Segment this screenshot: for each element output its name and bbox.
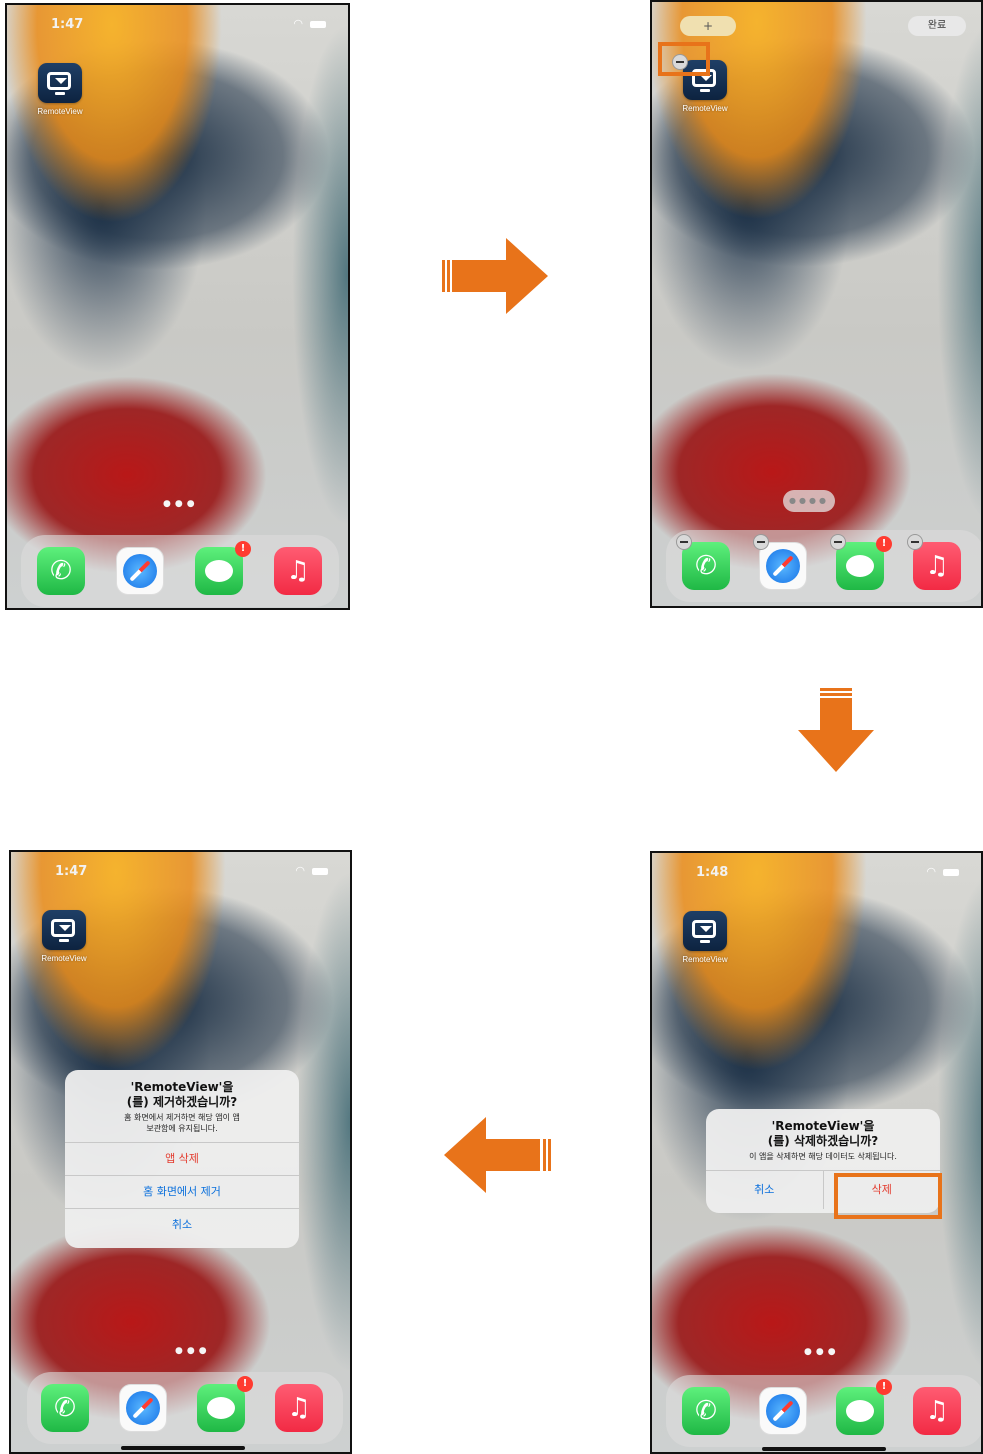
app-label: RemoteView — [41, 954, 87, 963]
messages-icon[interactable] — [836, 542, 884, 590]
arrow-down-icon — [798, 688, 874, 772]
status-time: 1:48 — [696, 865, 729, 880]
add-widget-button[interactable]: + — [680, 16, 736, 36]
wifi-icon: ◠ — [295, 864, 306, 877]
app-remoteview[interactable]: RemoteView — [674, 911, 736, 964]
music-icon[interactable]: ♫ — [913, 1387, 961, 1435]
done-button[interactable]: 완료 — [908, 16, 966, 36]
battery-icon — [312, 867, 328, 875]
screen-remove-options: 1:47 ◠ RemoteView 'RemoteView'을 (를) 제거하겠… — [9, 850, 352, 1454]
music-icon[interactable]: ♫ — [913, 542, 961, 590]
app-label: RemoteView — [682, 955, 728, 964]
status-icons: ◠ — [926, 865, 959, 878]
remove-phone-icon[interactable] — [676, 534, 692, 550]
screen-home: 1:47 ◠ RemoteView ●●● ✆ ! ♫ — [5, 3, 350, 610]
messages-icon[interactable] — [836, 1387, 884, 1435]
dock: ✆ ! ♫ — [21, 535, 339, 607]
safari-icon[interactable] — [759, 1387, 807, 1435]
battery-icon — [943, 868, 959, 876]
messages-badge: ! — [235, 541, 251, 557]
screen-edit-mode: + 완료 RemoteView ●●●● ✆ ! ♫ — [650, 0, 983, 608]
safari-icon[interactable] — [119, 1384, 167, 1432]
page-dots-pill[interactable]: ●●●● — [783, 490, 835, 512]
messages-badge: ! — [876, 536, 892, 552]
dock: ✆ ! ♫ — [666, 1375, 981, 1447]
screen-delete-confirm: 1:48 ◠ RemoteView 'RemoteView'을 (를) 삭제하겠… — [650, 851, 983, 1454]
messages-badge: ! — [237, 1376, 253, 1392]
battery-icon — [310, 20, 326, 28]
music-icon[interactable]: ♫ — [275, 1384, 323, 1432]
arrow-left-icon — [444, 1117, 551, 1193]
page-dots: ●●● — [175, 1346, 211, 1356]
status-time: 1:47 — [51, 17, 84, 32]
safari-icon[interactable] — [116, 547, 164, 595]
delete-app-button[interactable]: 앱 삭제 — [65, 1142, 299, 1175]
app-remoteview[interactable]: RemoteView — [29, 63, 91, 116]
remoteview-icon — [38, 63, 82, 103]
status-icons: ◠ — [293, 17, 326, 30]
remoteview-icon — [683, 911, 727, 951]
remove-app-alert: 'RemoteView'을 (를) 제거하겠습니까? 홈 화면에서 제거하면 해… — [65, 1070, 299, 1248]
phone-icon[interactable]: ✆ — [682, 542, 730, 590]
remoteview-icon — [42, 910, 86, 950]
home-indicator[interactable] — [762, 1447, 886, 1451]
cancel-button[interactable]: 취소 — [65, 1208, 299, 1241]
alert-message: 이 앱을 삭제하면 해당 데이터도 삭제됩니다. — [749, 1152, 897, 1161]
messages-icon[interactable] — [197, 1384, 245, 1432]
alert-title: 'RemoteView'을 (를) 제거하겠습니까? — [126, 1080, 238, 1109]
app-label: RemoteView — [682, 104, 728, 113]
page-dots: ●●● — [163, 499, 199, 509]
wifi-icon: ◠ — [926, 865, 937, 878]
app-remoteview[interactable]: RemoteView — [33, 910, 95, 963]
app-label: RemoteView — [37, 107, 83, 116]
home-indicator[interactable] — [121, 1446, 245, 1450]
phone-icon[interactable]: ✆ — [682, 1387, 730, 1435]
arrow-right-icon — [442, 238, 548, 314]
status-time: 1:47 — [55, 864, 88, 879]
remove-messages-icon[interactable] — [830, 534, 846, 550]
phone-icon[interactable]: ✆ — [37, 547, 85, 595]
safari-icon[interactable] — [759, 542, 807, 590]
messages-icon[interactable] — [195, 547, 243, 595]
alert-message: 홈 화면에서 제거하면 해당 앱이 앱 보관함에 유지됩니다. — [124, 1113, 240, 1133]
page-dots: ●●● — [804, 1347, 840, 1357]
delete-highlight-box — [834, 1173, 942, 1219]
remove-highlight-box — [658, 42, 710, 76]
alert-title: 'RemoteView'을 (를) 삭제하겠습니까? — [767, 1119, 879, 1148]
music-icon[interactable]: ♫ — [274, 547, 322, 595]
cancel-button[interactable]: 취소 — [706, 1171, 823, 1209]
wifi-icon: ◠ — [293, 17, 304, 30]
status-icons: ◠ — [295, 864, 328, 877]
phone-icon[interactable]: ✆ — [41, 1384, 89, 1432]
dock: ✆ ! ♫ — [666, 530, 981, 602]
messages-badge: ! — [876, 1379, 892, 1395]
remove-safari-icon[interactable] — [753, 534, 769, 550]
remove-music-icon[interactable] — [907, 534, 923, 550]
dock: ✆ ! ♫ — [27, 1372, 343, 1444]
remove-from-home-button[interactable]: 홈 화면에서 제거 — [65, 1175, 299, 1208]
